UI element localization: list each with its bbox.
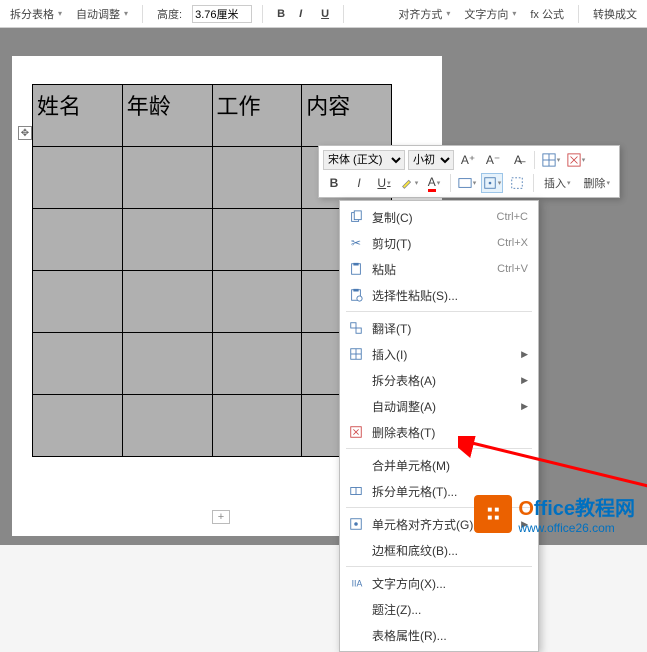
merge-cells-icon[interactable] <box>456 173 478 193</box>
highlight-icon[interactable] <box>398 173 420 193</box>
align-ribbon[interactable]: 对齐方式 <box>394 4 454 24</box>
clear-format-icon[interactable]: A̶ <box>507 150 529 170</box>
ctx-translate[interactable]: 翻译(T) <box>340 315 538 341</box>
ctx-cut[interactable]: ✂ 剪切(T) Ctrl+X <box>340 230 538 256</box>
cell-align-icon <box>346 517 366 531</box>
insert-icon <box>346 347 366 361</box>
table-move-handle[interactable]: ✥ <box>18 126 32 140</box>
height-input[interactable] <box>192 5 252 23</box>
document-canvas: ✥ 姓名 年龄 工作 内容 + <box>0 28 647 545</box>
delete-table-icon <box>346 425 366 439</box>
underline-button[interactable]: U <box>317 6 333 22</box>
underline-mini-button[interactable]: U <box>373 173 395 193</box>
ctx-split-table[interactable]: 拆分表格(A) ▶ <box>340 367 538 393</box>
shrink-font-button[interactable]: A⁻ <box>482 150 504 170</box>
italic-mini-button[interactable]: I <box>348 173 370 193</box>
borders-icon[interactable] <box>506 173 528 193</box>
ctx-paste[interactable]: 粘贴 Ctrl+V <box>340 256 538 282</box>
mini-toolbar: 宋体 (正文) 小初 A⁺ A⁻ A̶ B I U A 插入 删除 <box>318 145 620 198</box>
svg-text:IIA: IIA <box>352 579 363 589</box>
split-table-ribbon[interactable]: 拆分表格 <box>6 4 66 24</box>
table-row <box>33 271 392 333</box>
chevron-right-icon: ▶ <box>521 375 528 386</box>
chevron-right-icon: ▶ <box>521 401 528 412</box>
delete-table-icon[interactable] <box>565 150 587 170</box>
translate-icon <box>346 321 366 335</box>
ctx-separator <box>346 448 532 449</box>
convert-ribbon[interactable]: 转换成文 <box>589 4 641 24</box>
ctx-text-direction[interactable]: IIA 文字方向(X)... <box>340 570 538 596</box>
table-row <box>33 209 392 271</box>
copy-icon <box>346 210 366 224</box>
site-logo: ■ ■ ■ ■ Office教程网 www.office26.com <box>474 492 635 535</box>
font-select[interactable]: 宋体 (正文) <box>323 150 405 170</box>
text-direction-ribbon[interactable]: 文字方向 <box>460 4 520 24</box>
table-header-cell[interactable]: 姓名 <box>33 85 123 147</box>
split-cells-icon <box>346 484 366 498</box>
table-header-cell[interactable]: 内容 <box>302 85 392 147</box>
ctx-paste-special[interactable]: 选择性粘贴(S)... <box>340 282 538 308</box>
context-menu: 复制(C) Ctrl+C ✂ 剪切(T) Ctrl+X 粘贴 Ctrl+V 选择… <box>339 200 539 652</box>
logo-url: www.office26.com <box>518 521 635 535</box>
auto-adjust-ribbon[interactable]: 自动调整 <box>72 4 132 24</box>
align-cells-icon[interactable] <box>481 173 503 193</box>
ctx-insert[interactable]: 插入(I) ▶ <box>340 341 538 367</box>
insert-mini-button[interactable]: 插入 <box>539 173 576 193</box>
insert-table-icon[interactable] <box>540 150 562 170</box>
ctx-table-props[interactable]: 表格属性(R)... <box>340 622 538 648</box>
table-header-cell[interactable]: 年龄 <box>122 85 212 147</box>
ctx-auto-fit[interactable]: 自动调整(A) ▶ <box>340 393 538 419</box>
italic-button[interactable]: I <box>295 6 311 22</box>
height-label: 高度: <box>153 4 186 24</box>
content-table[interactable]: 姓名 年龄 工作 内容 <box>32 84 392 457</box>
paste-icon <box>346 262 366 276</box>
delete-mini-button[interactable]: 删除 <box>579 173 616 193</box>
chevron-right-icon: ▶ <box>521 349 528 360</box>
paste-special-icon <box>346 288 366 302</box>
table-row <box>33 333 392 395</box>
bold-button[interactable]: B <box>273 6 289 22</box>
text-direction-icon: IIA <box>346 576 366 590</box>
logo-icon: ■ ■ ■ ■ <box>474 495 512 533</box>
table-row: 姓名 年龄 工作 内容 <box>33 85 392 147</box>
ctx-separator <box>346 566 532 567</box>
ribbon-toolbar: 拆分表格 自动调整 高度: B I U 对齐方式 文字方向 fx 公式 转换成文 <box>0 0 647 28</box>
ctx-merge-cells[interactable]: 合并单元格(M) <box>340 452 538 478</box>
grow-font-button[interactable]: A⁺ <box>457 150 479 170</box>
ctx-copy[interactable]: 复制(C) Ctrl+C <box>340 204 538 230</box>
ctx-borders[interactable]: 边框和底纹(B)... <box>340 537 538 563</box>
font-size-select[interactable]: 小初 <box>408 150 454 170</box>
table-row <box>33 395 392 457</box>
formula-ribbon[interactable]: fx 公式 <box>526 4 568 24</box>
table-header-cell[interactable]: 工作 <box>212 85 302 147</box>
add-row-button[interactable]: + <box>212 510 230 524</box>
ctx-separator <box>346 311 532 312</box>
cut-icon: ✂ <box>346 236 366 250</box>
logo-title: Office教程网 <box>518 492 635 521</box>
bold-mini-button[interactable]: B <box>323 173 345 193</box>
ctx-caption[interactable]: 题注(Z)... <box>340 596 538 622</box>
ctx-delete-table[interactable]: 删除表格(T) <box>340 419 538 445</box>
font-color-icon[interactable]: A <box>423 173 445 193</box>
